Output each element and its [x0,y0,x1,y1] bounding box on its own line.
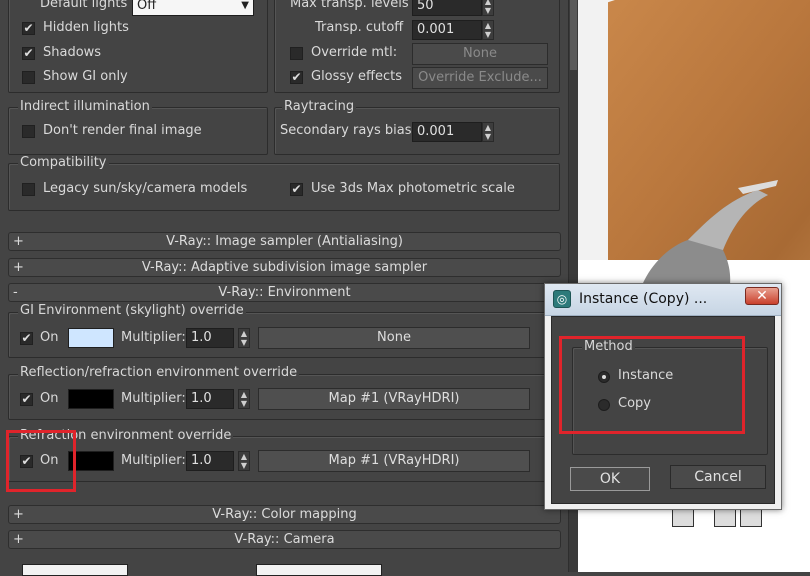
transp-cutoff-input[interactable]: 0.001 [412,20,482,40]
rollout-environment[interactable]: - V-Ray:: Environment [8,283,561,302]
refl-env-label: Reflection/refraction environment overri… [18,365,300,380]
bottom-field-left[interactable] [22,564,128,576]
collapse-icon: - [13,285,18,300]
dont-render-checkbox[interactable] [22,125,35,138]
glossy-effects-checkbox[interactable]: ✔ [290,71,303,84]
instance-copy-dialog: ◎ Instance (Copy) ... ✕ Method Instance … [544,283,782,510]
expand-icon: + [13,260,24,275]
rollout-camera[interactable]: + V-Ray:: Camera [8,530,561,549]
legacy-checkbox[interactable] [22,183,35,196]
refl-multiplier-spinner[interactable]: ▲ ▼ [238,389,250,409]
rollout-adaptive-title: V-Ray:: Adaptive subdivision image sampl… [141,260,428,275]
dont-render-label: Don't render final image [43,123,202,138]
gi-multiplier-label: Multiplier: [121,330,186,345]
show-gi-checkbox[interactable] [22,71,35,84]
secondary-bias-input[interactable]: 0.001 [412,122,482,142]
show-gi-label: Show GI only [43,69,128,84]
secondary-bias-spinner[interactable]: ▲ ▼ [482,122,494,142]
gi-color-swatch[interactable] [68,328,114,348]
bottom-field-right[interactable] [256,564,382,576]
dialog-titlebar[interactable]: ◎ Instance (Copy) ... ✕ [545,284,781,316]
transp-cutoff-label: Transp. cutoff [315,20,404,35]
hidden-lights-label: Hidden lights [43,20,129,35]
override-mtl-label: Override mtl: [311,45,398,60]
scrollbar-thumb[interactable] [570,0,577,70]
legacy-label: Legacy sun/sky/camera models [43,181,248,196]
refl-map-button[interactable]: Map #1 (VRayHDRI) [258,388,530,410]
dialog-title: Instance (Copy) ... [579,291,708,307]
rollout-adaptive[interactable]: + V-Ray:: Adaptive subdivision image samp… [8,258,561,277]
gi-multiplier-input[interactable]: 1.0 [186,328,234,348]
hidden-lights-checkbox[interactable]: ✔ [22,22,35,35]
refl-color-swatch[interactable] [68,389,114,409]
refr-multiplier-input[interactable]: 1.0 [186,451,234,471]
glossy-effects-label: Glossy effects [311,69,402,84]
photometric-checkbox[interactable]: ✔ [290,183,303,196]
override-mtl-checkbox[interactable] [290,47,303,60]
secondary-bias-label: Secondary rays bias [280,123,412,138]
highlight-method-box [559,336,745,434]
compatibility-label: Compatibility [18,155,109,170]
refl-multiplier-label: Multiplier: [121,391,186,406]
rollout-camera-title: V-Ray:: Camera [234,532,335,547]
rollout-image-sampler-title: V-Ray:: Image sampler (Antialiasing) [166,234,403,249]
refl-on-checkbox[interactable]: ✔ [20,393,33,406]
ok-button[interactable]: OK [570,467,650,491]
indirect-illumination-label: Indirect illumination [18,99,152,114]
rollout-image-sampler[interactable]: + V-Ray:: Image sampler (Antialiasing) [8,232,561,251]
expand-icon: + [13,532,24,547]
app-icon: ◎ [553,290,571,308]
refr-multiplier-spinner[interactable]: ▲ ▼ [238,451,250,471]
default-lights-select[interactable]: Off ▼ [132,0,254,16]
photometric-label: Use 3ds Max photometric scale [311,181,515,196]
max-transp-input[interactable]: 50 [412,0,482,16]
default-lights-label: Default lights [40,0,128,11]
transp-cutoff-spinner[interactable]: ▲ ▼ [482,20,494,40]
shadows-checkbox[interactable]: ✔ [22,47,35,60]
refr-map-button[interactable]: Map #1 (VRayHDRI) [258,450,530,472]
rollout-color-mapping-title: V-Ray:: Color mapping [212,507,357,522]
override-mtl-button[interactable]: None [412,43,548,65]
max-transp-spinner[interactable]: ▲ ▼ [482,0,494,16]
override-exclude-button[interactable]: Override Exclude... [412,67,548,89]
max-transp-label: Max transp. levels [290,0,409,11]
highlight-on-checkbox [6,430,76,492]
gi-map-button[interactable]: None [258,327,530,349]
rollout-color-mapping[interactable]: + V-Ray:: Color mapping [8,505,561,524]
raytracing-label: Raytracing [282,99,357,114]
refl-on-label: On [40,391,59,406]
refl-multiplier-input[interactable]: 1.0 [186,389,234,409]
gi-env-label: GI Environment (skylight) override [18,303,246,318]
gi-multiplier-spinner[interactable]: ▲ ▼ [238,328,250,348]
refr-multiplier-label: Multiplier: [121,453,186,468]
expand-icon: + [13,507,24,522]
gi-on-checkbox[interactable]: ✔ [20,332,33,345]
render-settings-panel: Default lights Off ▼ ✔ Hidden lights ✔ Sh… [0,0,568,576]
close-button[interactable]: ✕ [745,287,779,305]
chevron-down-icon: ▼ [241,0,249,11]
gi-on-label: On [40,330,59,345]
default-lights-value: Off [137,0,157,13]
shadows-label: Shadows [43,45,102,60]
expand-icon: + [13,234,24,249]
cancel-button[interactable]: Cancel [670,465,766,489]
rollout-environment-title: V-Ray:: Environment [218,285,351,300]
